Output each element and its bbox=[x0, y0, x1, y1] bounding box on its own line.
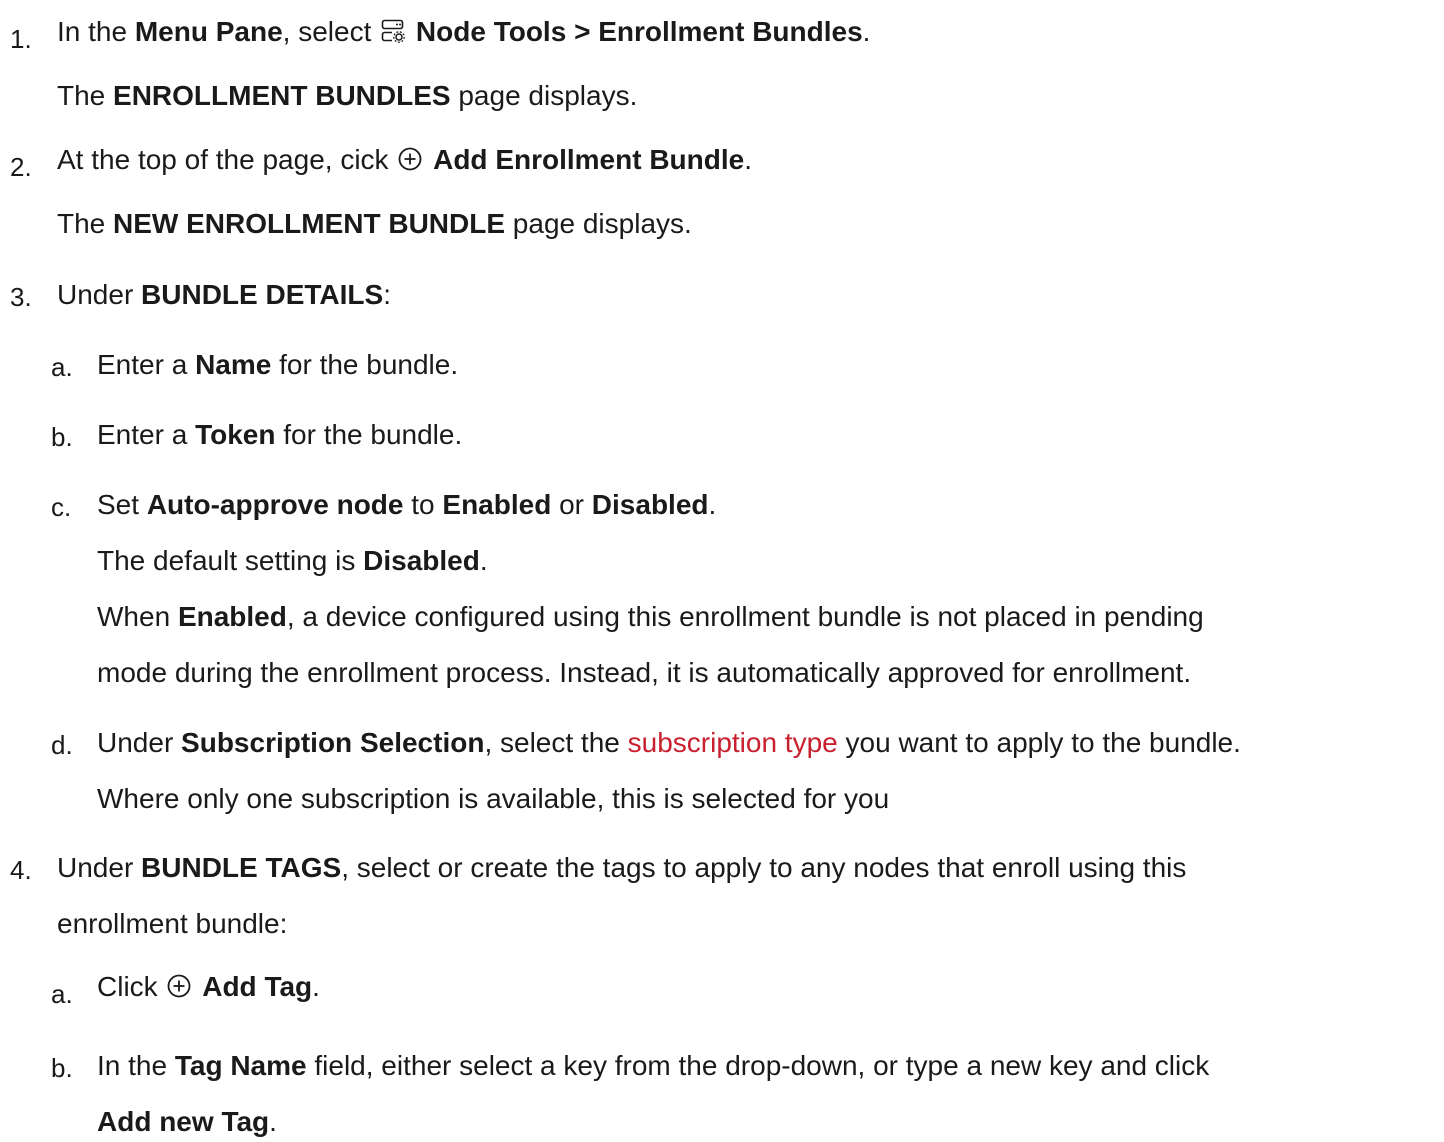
step-1-line-1: In the Menu Pane, select Node Tools > En… bbox=[57, 16, 871, 47]
step-1-line-2: The ENROLLMENT BUNDLES page displays. bbox=[57, 80, 638, 111]
add-tag-label: Add Tag bbox=[202, 971, 313, 1002]
step-3-line-1: Under BUNDLE DETAILS: bbox=[57, 279, 391, 310]
sub-step-letter: c. bbox=[51, 492, 72, 522]
step-number: 1. bbox=[10, 24, 32, 54]
add-enrollment-bundle-label: Add Enrollment Bundle bbox=[433, 144, 745, 175]
sub-step-letter: a. bbox=[51, 979, 73, 1009]
add-circle-icon bbox=[168, 974, 191, 998]
sub-step-letter: d. bbox=[51, 730, 73, 760]
node-tools-icon bbox=[381, 19, 405, 43]
sub-step-letter: a. bbox=[51, 352, 73, 382]
step-number: 2. bbox=[10, 152, 32, 182]
node-tools-path: Node Tools > Enrollment Bundles bbox=[415, 16, 863, 47]
menu-pane-label: Menu Pane bbox=[134, 16, 283, 47]
step-number: 3. bbox=[10, 282, 32, 312]
sub-step-letter: b. bbox=[51, 422, 73, 452]
step-number: 4. bbox=[10, 855, 32, 885]
subscription-type-link[interactable]: subscription type bbox=[628, 727, 838, 758]
step-2-line-2: The NEW ENROLLMENT BUNDLE page displays. bbox=[57, 208, 692, 239]
step-2-line-1: At the top of the page, cick Add Enrollm… bbox=[57, 144, 752, 175]
add-circle-icon bbox=[398, 147, 422, 171]
sub-step-letter: b. bbox=[51, 1053, 73, 1083]
